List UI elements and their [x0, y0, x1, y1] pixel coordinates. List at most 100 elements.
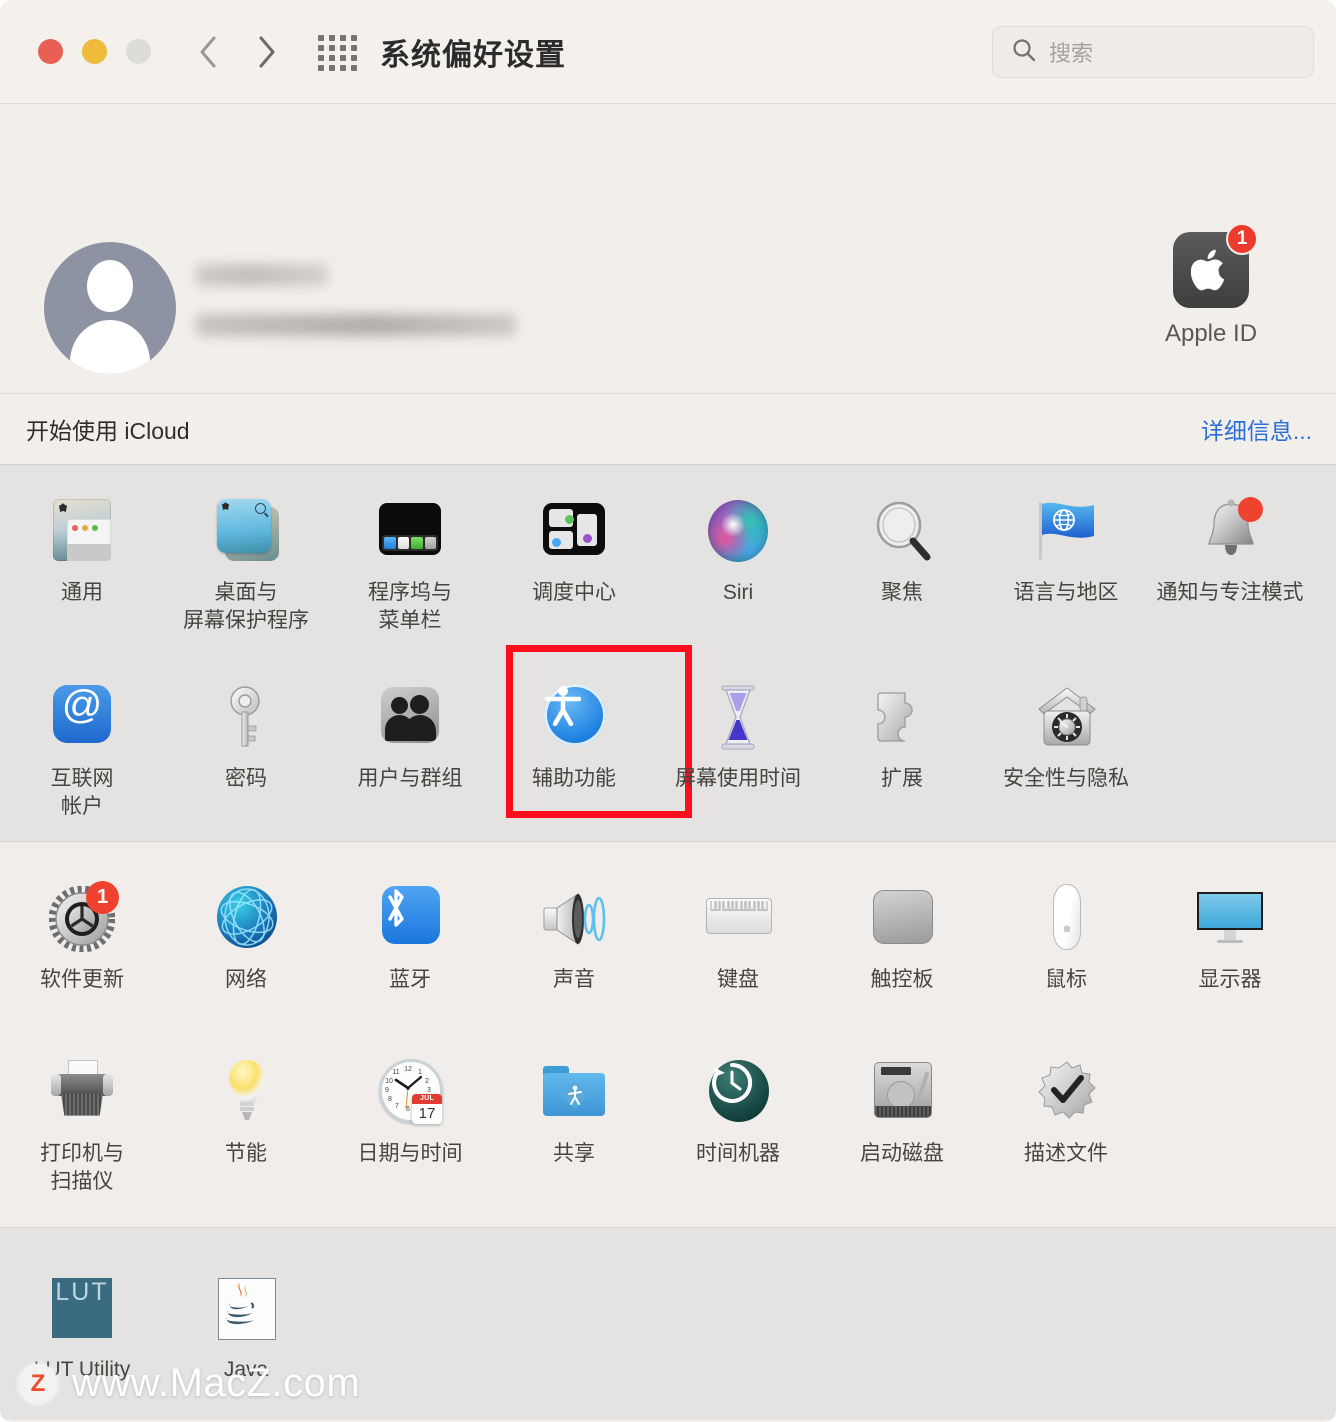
avatar[interactable] — [44, 242, 176, 374]
internet-accounts-icon: @ — [45, 681, 119, 755]
pref-notifications[interactable]: 通知与专注模式 — [1148, 473, 1312, 613]
pref-label: 日期与时间 — [357, 1141, 463, 1165]
pref-spotlight[interactable]: 聚焦 — [820, 473, 984, 613]
pref-row: 1 软件更新 网络 蓝牙 声音 键盘 触控板 鼠标 显示器 — [0, 860, 1336, 1000]
pref-label: 触控板 — [870, 967, 934, 991]
startup-disk-icon — [865, 1056, 939, 1130]
minimize-button[interactable] — [82, 39, 107, 64]
avatar-head — [87, 260, 133, 312]
pref-label: 通知与专注模式 — [1156, 581, 1304, 604]
svg-text:7: 7 — [395, 1103, 399, 1110]
pref-profiles[interactable]: 描述文件 — [984, 1034, 1148, 1174]
svg-text:10: 10 — [385, 1078, 393, 1085]
date-time-icon: 1212 345 678 91011 — [373, 1056, 447, 1130]
calendar-month: JUL — [412, 1093, 442, 1104]
pref-label: 时间机器 — [696, 1141, 780, 1165]
icloud-text: 开始使用 iCloud — [26, 418, 190, 444]
pref-label: Siri — [722, 581, 754, 604]
pref-desktop-screensaver[interactable]: 桌面与 屏幕保护程序 — [164, 473, 328, 641]
pref-language-region[interactable]: 语言与地区 — [984, 473, 1148, 613]
pref-printers-scanners[interactable]: 打印机与 扫描仪 — [0, 1034, 164, 1202]
spotlight-icon — [865, 495, 939, 569]
apple-id-banner: 1 Apple ID — [0, 104, 1336, 394]
passwords-key-icon — [209, 681, 283, 755]
pref-row: LUT LUT Utility Java — [0, 1250, 1336, 1390]
pref-label: LUT Utility — [33, 1358, 131, 1382]
notification-badge-dot — [1238, 497, 1263, 522]
close-button[interactable] — [38, 39, 63, 64]
pref-passwords[interactable]: 密码 — [164, 659, 328, 799]
pref-empty-slot — [492, 1250, 656, 1278]
svg-text:8: 8 — [388, 1096, 392, 1103]
java-icon — [209, 1272, 283, 1346]
window-controls — [38, 39, 151, 64]
show-all-grid-icon[interactable] — [318, 32, 358, 72]
pref-empty-slot — [1148, 659, 1312, 687]
account-info — [196, 264, 516, 336]
pref-trackpad[interactable]: 触控板 — [820, 860, 984, 1000]
page-title: 系统偏好设置 — [380, 38, 566, 72]
pref-security-privacy[interactable]: 安全性与隐私 — [984, 659, 1148, 799]
calendar-day: 17 — [418, 1104, 436, 1122]
pref-keyboard[interactable]: 键盘 — [656, 860, 820, 1000]
pref-empty-slot — [1148, 1034, 1312, 1062]
titlebar: 系统偏好设置 搜索 — [0, 0, 1336, 104]
trackpad-icon — [865, 882, 939, 956]
pref-general[interactable]: 通用 — [0, 473, 164, 613]
icloud-details-link[interactable]: 详细信息... — [1201, 412, 1312, 446]
section-hardware: 1 软件更新 网络 蓝牙 声音 键盘 触控板 鼠标 显示器 打印机与 扫描仪 节… — [0, 841, 1336, 1229]
pref-lut-utility[interactable]: LUT LUT Utility — [0, 1250, 164, 1390]
pref-accessibility[interactable]: 辅助功能 — [492, 644, 692, 818]
pref-extensions[interactable]: 扩展 — [820, 659, 984, 799]
pref-java[interactable]: Java — [164, 1250, 328, 1390]
back-icon[interactable] — [196, 32, 220, 72]
siri-icon — [701, 495, 775, 569]
section-personal: 通用 桌面与 屏幕保护程序 程序坞与 菜单栏 调度中心 Siri 聚焦 语言与地… — [0, 465, 1336, 842]
language-region-icon — [1029, 495, 1103, 569]
pref-label: 辅助功能 — [532, 766, 616, 790]
apple-id-button[interactable]: 1 Apple ID — [1116, 223, 1306, 348]
security-privacy-icon — [1029, 681, 1103, 755]
section-thirdparty: LUT LUT Utility Java — [0, 1228, 1336, 1421]
pref-label: 互联网 帐户 — [50, 766, 114, 818]
pref-dock-menubar[interactable]: 程序坞与 菜单栏 — [328, 473, 492, 641]
apple-id-icon-wrap: 1 — [1173, 223, 1258, 308]
bluetooth-icon — [373, 882, 447, 956]
forward-icon[interactable] — [254, 32, 278, 72]
pref-internet-accounts[interactable]: @ 互联网 帐户 — [0, 659, 164, 827]
pref-screen-time[interactable]: 屏幕使用时间 — [656, 659, 820, 799]
general-icon — [45, 495, 119, 569]
software-update-badge: 1 — [86, 880, 119, 914]
pref-empty-slot — [1148, 1250, 1312, 1278]
search-icon — [1011, 37, 1037, 68]
pref-siri[interactable]: Siri — [656, 473, 820, 613]
zoom-button[interactable] — [126, 39, 151, 64]
pref-energy-saver[interactable]: 节能 — [164, 1034, 328, 1174]
profiles-icon — [1029, 1056, 1103, 1130]
pref-users-groups[interactable]: 用户与群组 — [328, 659, 492, 799]
pref-software-update[interactable]: 1 软件更新 — [0, 860, 164, 1000]
dock-menubar-icon — [373, 495, 447, 569]
notifications-icon — [1193, 495, 1267, 569]
extensions-puzzle-icon — [865, 681, 939, 755]
pref-label: 扩展 — [881, 766, 923, 790]
pref-sound[interactable]: 声音 — [492, 860, 656, 1000]
svg-text:12: 12 — [404, 1066, 412, 1073]
pref-time-machine[interactable]: 时间机器 — [656, 1034, 820, 1174]
pref-mission-control[interactable]: 调度中心 — [492, 473, 656, 613]
pref-label: 网络 — [225, 967, 267, 991]
pref-startup-disk[interactable]: 启动磁盘 — [820, 1034, 984, 1174]
displays-icon — [1193, 882, 1267, 956]
pref-mouse[interactable]: 鼠标 — [984, 860, 1148, 1000]
pref-label: 打印机与 扫描仪 — [40, 1141, 124, 1193]
pref-network[interactable]: 网络 — [164, 860, 328, 1000]
pref-sharing[interactable]: 共享 — [492, 1034, 656, 1174]
pref-date-time[interactable]: 1212 345 678 91011 — [328, 1034, 492, 1174]
pref-empty-slot — [656, 1250, 820, 1278]
pref-label: Java — [223, 1358, 269, 1382]
navigation-buttons — [196, 32, 278, 72]
search-field[interactable]: 搜索 — [992, 26, 1314, 78]
pref-label: 通用 — [61, 581, 103, 604]
pref-displays[interactable]: 显示器 — [1148, 860, 1312, 1000]
pref-bluetooth[interactable]: 蓝牙 — [328, 860, 492, 1000]
